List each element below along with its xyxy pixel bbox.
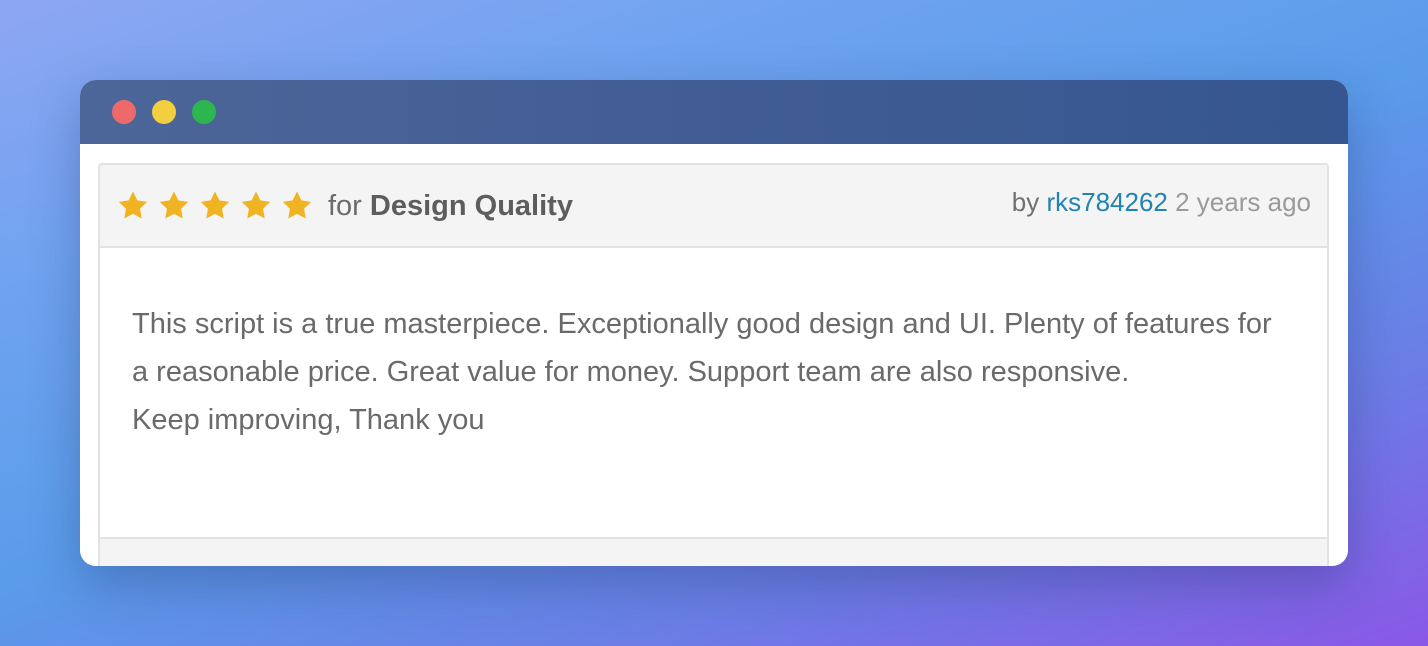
- review-text-paragraph: Keep improving, Thank you: [132, 404, 485, 436]
- star-icon: [157, 189, 191, 223]
- review-timestamp: 2 years ago: [1175, 187, 1311, 217]
- star-icon: [280, 189, 314, 223]
- review-body: This script is a true masterpiece. Excep…: [100, 248, 1327, 537]
- review-footer: [100, 537, 1327, 566]
- close-window-button[interactable]: [112, 100, 136, 124]
- maximize-window-button[interactable]: [192, 100, 216, 124]
- review-meta: by rks784262 2 years ago: [1012, 187, 1311, 218]
- page-content: for Design Quality by rks784262 2 years …: [80, 144, 1348, 566]
- star-icon: [116, 189, 150, 223]
- author-link[interactable]: rks784262: [1046, 187, 1167, 217]
- category-name: Design Quality: [369, 190, 573, 222]
- star-rating: [116, 189, 314, 223]
- minimize-window-button[interactable]: [152, 100, 176, 124]
- for-label: for: [328, 190, 362, 222]
- browser-window: for Design Quality by rks784262 2 years …: [80, 80, 1348, 566]
- by-label: by: [1011, 187, 1040, 217]
- review-header: for Design Quality by rks784262 2 years …: [100, 165, 1327, 248]
- window-titlebar: [80, 80, 1348, 144]
- review-category: for Design Quality: [328, 190, 573, 223]
- review-text-paragraph: This script is a true masterpiece. Excep…: [132, 308, 1272, 388]
- review-card: for Design Quality by rks784262 2 years …: [98, 163, 1329, 566]
- star-icon: [239, 189, 273, 223]
- star-icon: [198, 189, 232, 223]
